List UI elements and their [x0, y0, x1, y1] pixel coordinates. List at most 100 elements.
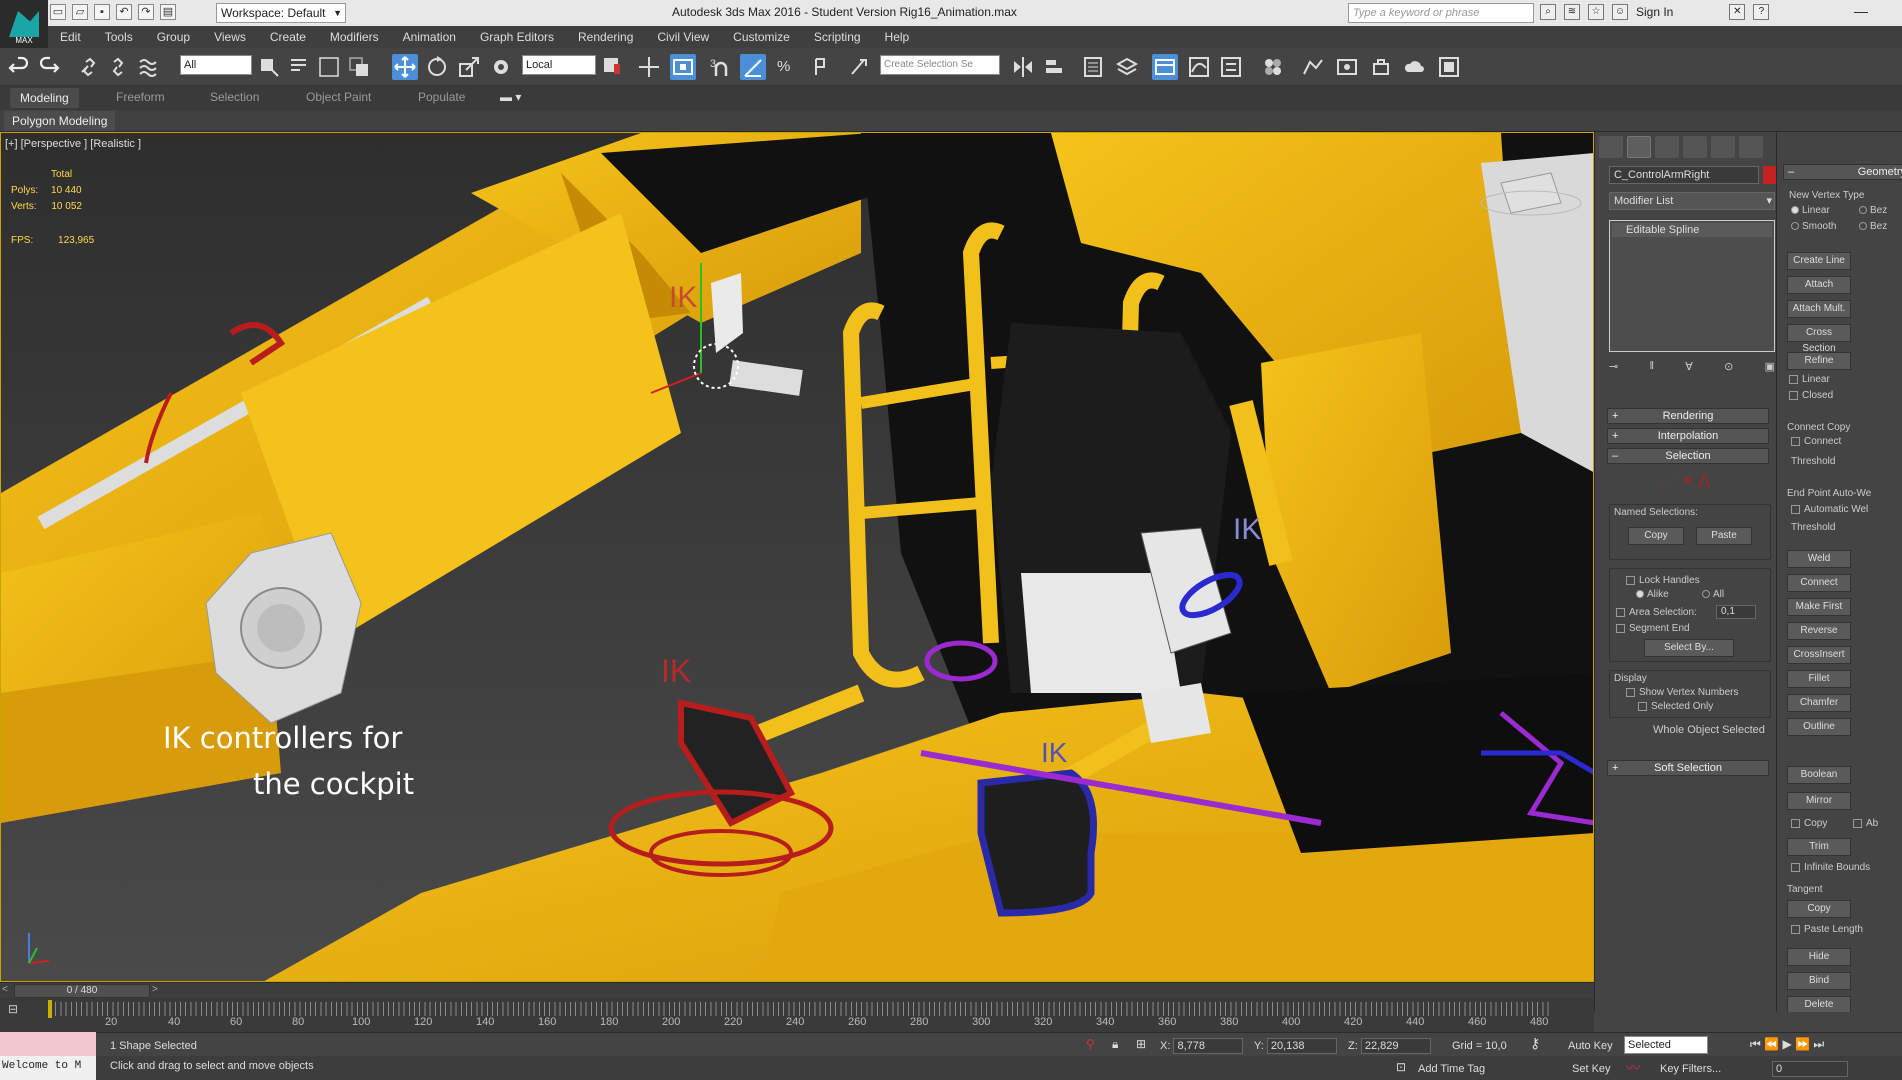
tab-freeform[interactable]: Freeform [116, 90, 165, 104]
display-tab-icon[interactable] [1711, 136, 1735, 158]
sub-object-level-icons[interactable]: ⋰✕⋀ [1661, 472, 1716, 489]
copy-button[interactable]: Copy [1628, 527, 1684, 545]
vertex-linear-radio[interactable]: Linear [1791, 205, 1830, 216]
perspective-viewport[interactable]: [+] [Perspective ] [Realistic ] Total Po… [0, 132, 1594, 982]
show-vertex-numbers-checkbox[interactable]: Show Vertex Numbers [1626, 687, 1739, 698]
select-and-rotate-icon[interactable] [424, 54, 450, 80]
time-slider-handle[interactable]: 0 / 480 [14, 984, 150, 998]
isolate-selection-icon[interactable]: ⚲ [1086, 1037, 1095, 1051]
trim-button[interactable]: Trim [1787, 838, 1851, 856]
menu-tools[interactable]: Tools [93, 26, 145, 48]
vertex-bezier-radio[interactable]: Bez [1859, 205, 1887, 216]
link-icon[interactable] [76, 54, 102, 80]
menu-help[interactable]: Help [873, 26, 922, 48]
menu-modifiers[interactable]: Modifiers [318, 26, 391, 48]
select-and-place-icon[interactable] [488, 54, 514, 80]
menu-animation[interactable]: Animation [391, 26, 468, 48]
x-field[interactable]: 8,778 [1173, 1038, 1244, 1055]
pivot-center-icon[interactable] [600, 54, 626, 80]
favorites-icon[interactable]: ☆ [1588, 4, 1604, 20]
rollout-geometry[interactable]: – Geometry [1783, 164, 1902, 180]
configure-sets-icon[interactable]: ▣ [1765, 360, 1775, 373]
key-mode-dropdown[interactable]: Selected [1624, 1036, 1708, 1054]
angle-snap-icon[interactable] [740, 54, 766, 80]
app-menu-button[interactable]: MAX [0, 0, 48, 48]
exchange-icon[interactable]: ✕ [1729, 4, 1746, 20]
motion-tab-icon[interactable] [1683, 136, 1707, 158]
cross-section-button[interactable]: Cross Section [1787, 324, 1851, 354]
go-to-end-icon[interactable]: ⏭ [1813, 1037, 1824, 1051]
curve-editor-icon[interactable] [1186, 54, 1212, 80]
tangent-copy-button[interactable]: Copy [1787, 900, 1851, 918]
bind-space-warp-icon[interactable] [136, 54, 162, 80]
x-coordinate[interactable]: X: 8,778 [1160, 1037, 1244, 1055]
selection-lock-icon[interactable]: 🔒︎ [1112, 1037, 1118, 1052]
area-selection-spinner[interactable]: 0,1 [1716, 605, 1756, 619]
z-field[interactable]: 22,829 [1360, 1038, 1431, 1055]
search-icon[interactable]: ⌕ [1540, 4, 1556, 20]
rollout-interpolation[interactable]: + Interpolation [1607, 428, 1769, 444]
a360-gallery-icon[interactable] [1436, 54, 1462, 80]
set-key-button[interactable]: Set Key [1572, 1060, 1611, 1078]
redo-icon[interactable] [36, 54, 62, 80]
time-slider[interactable]: < 0 / 480 > [0, 982, 1594, 998]
remove-modifier-icon[interactable]: ⊙ [1724, 360, 1733, 373]
menu-graph-editors[interactable]: Graph Editors [468, 26, 566, 48]
mini-curve-editor-icon[interactable]: ⊟ [8, 1002, 18, 1016]
select-and-move-icon[interactable] [392, 54, 418, 80]
percent-snap-icon[interactable]: % [774, 54, 800, 80]
toggle-scene-explorer-icon[interactable] [1080, 54, 1106, 80]
select-and-manipulate-icon[interactable] [636, 54, 662, 80]
workspace-dropdown[interactable]: Workspace: Default ▼ [216, 3, 346, 23]
crossinsert-button[interactable]: CrossInsert [1787, 646, 1851, 664]
schematic-view-icon[interactable] [1218, 54, 1244, 80]
refine-button[interactable]: Refine [1787, 352, 1851, 370]
area-selection-checkbox[interactable]: Area Selection: [1616, 607, 1697, 618]
hide-button[interactable]: Hide [1787, 948, 1851, 966]
new-file-icon[interactable]: ▭ [50, 4, 66, 20]
redo-icon[interactable]: ↷ [138, 4, 154, 20]
hierarchy-tab-icon[interactable] [1655, 136, 1679, 158]
ribbon-options-icon[interactable]: ▬ ▾ [500, 90, 521, 104]
render-production-icon[interactable] [1368, 54, 1394, 80]
viewport-label-menu[interactable]: [+] [Perspective ] [Realistic ] [5, 138, 141, 150]
rendered-frame-window-icon[interactable] [1334, 54, 1360, 80]
chamfer-button[interactable]: Chamfer [1787, 694, 1851, 712]
reference-coordinate-dropdown[interactable]: Local [522, 55, 596, 75]
utilities-tab-icon[interactable] [1739, 136, 1763, 158]
save-file-icon[interactable]: ▪ [94, 4, 110, 20]
search-input[interactable]: Type a keyword or phrase [1348, 3, 1534, 23]
set-keys-icon[interactable]: 〰 [1626, 1058, 1640, 1078]
undo-icon[interactable]: ↶ [116, 4, 132, 20]
maxscript-input[interactable] [0, 1032, 96, 1056]
menu-edit[interactable]: Edit [48, 26, 93, 48]
select-and-scale-icon[interactable] [456, 54, 482, 80]
select-by-button[interactable]: Select By... [1644, 639, 1734, 657]
modifier-stack[interactable]: Editable Spline [1609, 220, 1775, 352]
select-by-name-icon[interactable] [286, 54, 312, 80]
toggle-layer-explorer-icon[interactable] [1114, 54, 1140, 80]
make-unique-icon[interactable]: ∀ [1685, 360, 1693, 373]
create-tab-icon[interactable] [1599, 136, 1623, 158]
rollout-selection[interactable]: – Selection [1607, 448, 1769, 464]
selected-only-checkbox[interactable]: Selected Only [1638, 701, 1713, 712]
previous-frame-icon[interactable]: ⏪ [1764, 1037, 1779, 1051]
render-in-cloud-icon[interactable] [1402, 54, 1428, 80]
current-frame-field[interactable]: 0 [1772, 1060, 1848, 1078]
sign-in-link[interactable]: Sign In [1636, 5, 1673, 19]
bind-button[interactable]: Bind [1787, 972, 1851, 990]
tab-selection[interactable]: Selection [210, 90, 259, 104]
outline-button[interactable]: Outline [1787, 718, 1851, 736]
select-object-icon[interactable] [256, 54, 282, 80]
menu-group[interactable]: Group [145, 26, 202, 48]
next-frame-icon[interactable]: ⏩ [1795, 1037, 1810, 1051]
rollout-rendering[interactable]: + Rendering [1607, 408, 1769, 424]
key-filters-button[interactable]: Key Filters... [1660, 1060, 1721, 1078]
menu-civil-view[interactable]: Civil View [645, 26, 721, 48]
prev-frame-icon[interactable]: < [2, 984, 8, 995]
unlink-icon[interactable] [106, 54, 132, 80]
reverse-button[interactable]: Reverse [1787, 622, 1851, 640]
minimize-button[interactable]: — [1854, 3, 1868, 19]
track-bar[interactable]: ⊟ 20 40 60 80 100 120 140 160 180 200 22… [0, 998, 1594, 1032]
polygon-modeling-panel[interactable]: Polygon Modeling [4, 111, 116, 131]
